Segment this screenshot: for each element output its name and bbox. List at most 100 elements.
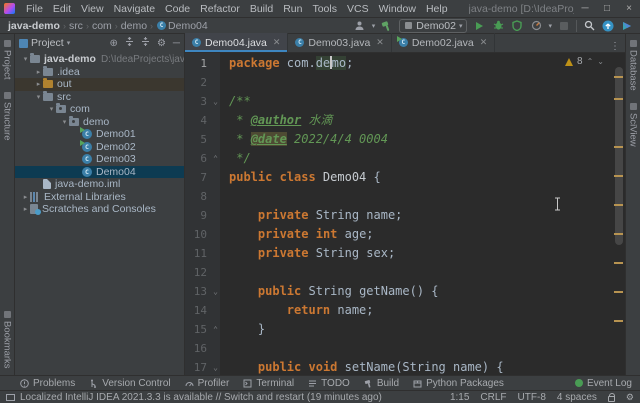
fold-marker-icon[interactable]: ⌃: [211, 149, 220, 168]
tree-item-java-demo.iml[interactable]: java-demo.iml: [15, 178, 184, 191]
toolwindow-version-control[interactable]: Version Control: [89, 378, 171, 389]
expanded-arrow-icon[interactable]: ▾: [34, 93, 43, 101]
breadcrumb-item-demo[interactable]: demo: [119, 20, 149, 32]
user-icon[interactable]: [353, 19, 367, 33]
inspections-widget[interactable]: 8 ⌃ ⌄: [562, 56, 607, 67]
toolwindow-terminal[interactable]: Terminal: [243, 378, 294, 389]
tree-item-Demo04[interactable]: C Demo04: [15, 165, 184, 178]
fold-gutter[interactable]: ⌄ ⌃ ⌄ ⌃ ⌄: [211, 53, 221, 375]
minimize-button[interactable]: ─: [574, 3, 596, 14]
menu-code[interactable]: Code: [160, 3, 195, 15]
tree-item-Demo02[interactable]: C Demo02: [15, 139, 184, 154]
user-dropdown-icon[interactable]: ▾: [372, 22, 376, 30]
prev-warning-icon[interactable]: ⌃: [587, 57, 594, 66]
tree-item-out[interactable]: ▸ out: [15, 78, 184, 91]
status-gear-icon[interactable]: ⚙: [626, 392, 634, 403]
menu-refactor[interactable]: Refactor: [195, 3, 245, 15]
fold-marker-icon[interactable]: ⌃: [211, 320, 220, 339]
tree-item-src[interactable]: ▾ src: [15, 90, 184, 104]
menu-vcs[interactable]: VCS: [342, 3, 374, 15]
build-hammer-icon[interactable]: [380, 19, 394, 33]
profiler-button[interactable]: [529, 19, 543, 33]
run-configuration-select[interactable]: Demo02 ▾: [399, 18, 468, 33]
menu-navigate[interactable]: Navigate: [109, 3, 160, 15]
project-view-select[interactable]: Project ▾: [19, 37, 70, 49]
stripe-tab-sciview[interactable]: SciView: [628, 97, 639, 153]
tree-item-.idea[interactable]: ▸ .idea: [15, 65, 184, 79]
stripe-tab-database[interactable]: Database: [628, 34, 639, 97]
stripe-tab-project[interactable]: Project: [2, 34, 13, 86]
profiler-dropdown-icon[interactable]: ▾: [548, 22, 552, 30]
fold-marker-icon[interactable]: ⌄: [211, 282, 220, 301]
line-separator[interactable]: CRLF: [480, 392, 506, 403]
fold-marker-icon[interactable]: ⌄: [211, 92, 220, 111]
tree-item-java-demo[interactable]: ▾ java-demo D:\IdeaProjects\java-demo: [15, 53, 184, 66]
code-editor[interactable]: 123456789101112131415161718 ⌄⌃⌄⌃⌄ packag…: [185, 53, 625, 375]
expanded-arrow-icon[interactable]: ▾: [21, 55, 30, 63]
toolwindow-event-log[interactable]: Event Log: [574, 378, 632, 389]
menu-help[interactable]: Help: [421, 3, 453, 15]
next-warning-icon[interactable]: ⌄: [597, 57, 604, 66]
menu-run[interactable]: Run: [278, 3, 307, 15]
stripe-tab-bookmarks[interactable]: Bookmarks: [2, 305, 13, 375]
editor-tab-Demo03.java[interactable]: C Demo03.java ✕: [288, 33, 392, 52]
editor-tab-Demo02.java[interactable]: C Demo02.java ✕: [392, 33, 496, 52]
toolwindow-python-packages[interactable]: Python Packages: [413, 378, 504, 389]
breadcrumb-item-src[interactable]: src: [67, 20, 85, 32]
expand-all-icon[interactable]: [125, 36, 134, 49]
file-encoding[interactable]: UTF-8: [518, 392, 546, 403]
toolwindow-problems[interactable]: Problems: [20, 378, 75, 389]
toolwindow-profiler[interactable]: Profiler: [185, 378, 229, 389]
tab-close-icon[interactable]: ✕: [273, 37, 281, 48]
tab-close-icon[interactable]: ✕: [480, 37, 488, 48]
hide-panel-icon[interactable]: ─: [173, 38, 180, 49]
collapse-all-icon[interactable]: [141, 37, 150, 49]
error-stripe-scrollbar[interactable]: [612, 53, 625, 375]
caret-position[interactable]: 1:15: [450, 392, 469, 403]
breadcrumb-item-java-demo[interactable]: java-demo: [6, 20, 62, 32]
collapsed-arrow-icon[interactable]: ▸: [34, 80, 43, 88]
code-with-me-icon[interactable]: [620, 19, 634, 33]
scrollbar-thumb[interactable]: [615, 67, 623, 245]
menu-file[interactable]: File: [21, 3, 48, 15]
tab-close-icon[interactable]: ✕: [376, 37, 384, 48]
menu-edit[interactable]: Edit: [48, 3, 76, 15]
tree-item-com[interactable]: ▾ com: [15, 103, 184, 116]
run-button[interactable]: [472, 19, 486, 33]
tree-item-Demo01[interactable]: C Demo01: [15, 127, 184, 141]
collapsed-arrow-icon[interactable]: ▸: [34, 68, 43, 76]
locate-file-icon[interactable]: ⊕: [110, 38, 118, 49]
tree-item-Scratches and Consoles[interactable]: ▸ Scratches and Consoles: [15, 203, 184, 216]
search-everywhere-icon[interactable]: [582, 19, 596, 33]
coverage-button[interactable]: [510, 19, 524, 33]
debug-button[interactable]: [491, 19, 505, 33]
settings-gear-icon[interactable]: ⚙: [157, 38, 166, 49]
close-button[interactable]: ×: [618, 3, 640, 14]
tab-options-icon[interactable]: ⋮: [605, 41, 625, 52]
status-message[interactable]: Localized IntelliJ IDEA 2021.3.3 is avai…: [20, 392, 382, 403]
toolwindow-build[interactable]: Build: [364, 378, 399, 389]
menu-build[interactable]: Build: [245, 3, 278, 15]
menu-tools[interactable]: Tools: [307, 3, 342, 15]
toolwindow-todo[interactable]: TODO: [308, 378, 350, 389]
expanded-arrow-icon[interactable]: ▾: [60, 118, 69, 126]
code-content[interactable]: package com.de mo; /** * @author 水滴 * @dat…: [221, 53, 625, 375]
ide-update-icon[interactable]: [601, 19, 615, 33]
stripe-tab-structure[interactable]: Structure: [2, 86, 13, 147]
read-lock-icon[interactable]: [607, 393, 615, 402]
breadcrumb-item-Demo04[interactable]: Demo04: [166, 20, 210, 32]
collapsed-arrow-icon[interactable]: ▸: [21, 193, 30, 201]
tree-item-External Libraries[interactable]: ▸ External Libraries: [15, 191, 184, 204]
collapsed-arrow-icon[interactable]: ▸: [21, 205, 30, 213]
tree-item-Demo03[interactable]: C Demo03: [15, 153, 184, 166]
indent-setting[interactable]: 4 spaces: [557, 392, 597, 403]
breadcrumb-item-com[interactable]: com: [90, 20, 114, 32]
maximize-button[interactable]: □: [596, 3, 618, 14]
menu-window[interactable]: Window: [374, 3, 421, 15]
expanded-arrow-icon[interactable]: ▾: [47, 105, 56, 113]
editor-tab-Demo04.java[interactable]: C Demo04.java ✕: [185, 33, 289, 52]
tree-item-demo[interactable]: ▾ demo: [15, 115, 184, 129]
menu-view[interactable]: View: [76, 3, 109, 15]
fold-marker-icon[interactable]: ⌄: [211, 358, 220, 375]
